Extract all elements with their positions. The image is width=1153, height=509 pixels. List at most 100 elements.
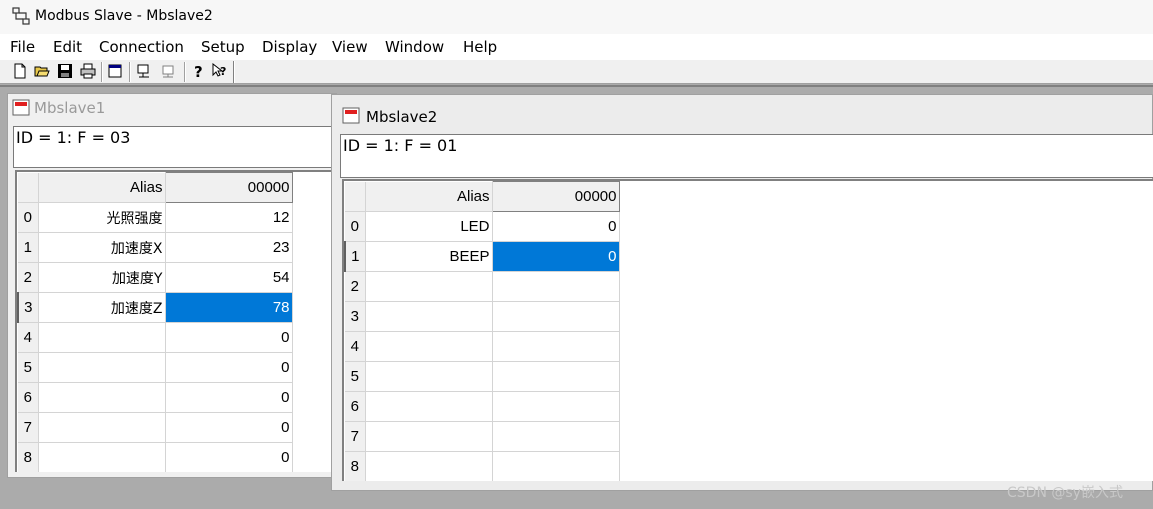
value-cell[interactable]: 0	[165, 442, 293, 472]
column-header-alias[interactable]: Alias	[38, 172, 166, 203]
value-cell[interactable]: 12	[165, 202, 293, 233]
alias-cell[interactable]: 光照强度	[38, 202, 166, 233]
value-cell[interactable]	[492, 301, 620, 332]
menu-help[interactable]: Help	[463, 38, 497, 56]
alias-cell[interactable]: 加速度Z	[38, 292, 166, 323]
menu-display[interactable]: Display	[262, 38, 317, 56]
alias-cell[interactable]	[38, 442, 166, 472]
column-header-address[interactable]: 00000	[164, 172, 293, 203]
row-header[interactable]: 4	[18, 322, 39, 353]
value-cell[interactable]: 0	[165, 412, 293, 443]
open-icon[interactable]	[34, 63, 50, 79]
alias-cell[interactable]	[38, 382, 166, 413]
row-header[interactable]: 6	[345, 391, 366, 422]
child-window-mbslave1[interactable]: Mbslave1 ID = 1: F = 03 Alias 00000 0 光照…	[7, 93, 338, 478]
value-cell[interactable]: 23	[165, 232, 293, 263]
row-header[interactable]: 0	[18, 202, 39, 233]
document-icon	[342, 107, 360, 124]
value-cell[interactable]	[492, 421, 620, 452]
mdi-border	[0, 85, 1153, 87]
coil-grid: Alias 00000 0 LED 0 1 BEEP 0 2 3 4 5 6 7…	[342, 179, 1153, 481]
value-cell[interactable]: 0	[165, 352, 293, 383]
value-cell-selected[interactable]: 78	[165, 292, 293, 323]
alias-cell[interactable]: BEEP	[365, 241, 493, 272]
context-help-icon[interactable]: ?	[212, 63, 228, 79]
title-bar: Modbus Slave - Mbslave2	[0, 0, 1153, 34]
alias-cell[interactable]	[365, 451, 493, 481]
menu-setup[interactable]: Setup	[201, 38, 245, 56]
column-header-address[interactable]: 00000	[491, 181, 620, 212]
row-header[interactable]: 8	[345, 451, 366, 481]
row-header[interactable]: 1	[344, 241, 366, 272]
child-title-bar[interactable]: Mbslave2	[332, 95, 1152, 131]
row-header[interactable]: 0	[345, 211, 366, 242]
alias-cell[interactable]	[365, 331, 493, 362]
alias-cell[interactable]	[365, 421, 493, 452]
value-cell[interactable]: 0	[492, 211, 620, 242]
disconnect-icon[interactable]	[160, 63, 176, 79]
menu-bar: File Edit Connection Setup Display View …	[0, 34, 1153, 60]
grid-corner	[18, 172, 39, 203]
menu-view[interactable]: View	[332, 38, 368, 56]
row-header[interactable]: 7	[18, 412, 39, 443]
save-icon[interactable]	[57, 63, 73, 79]
row-header[interactable]: 2	[18, 262, 39, 293]
register-grid: Alias 00000 0 光照强度 12 1 加速度X 23 2 加速度Y 5…	[15, 170, 338, 472]
value-cell[interactable]	[492, 451, 620, 481]
row-header[interactable]: 2	[345, 271, 366, 302]
alias-cell[interactable]	[365, 271, 493, 302]
child-title-bar[interactable]: Mbslave1	[8, 94, 336, 122]
alias-cell[interactable]: LED	[365, 211, 493, 242]
row-header[interactable]: 3	[345, 301, 366, 332]
value-cell-selected[interactable]: 0	[492, 241, 620, 272]
svg-text:?: ?	[220, 65, 226, 78]
new-icon[interactable]	[12, 63, 28, 79]
row-header[interactable]: 3	[17, 292, 39, 323]
value-cell[interactable]	[492, 361, 620, 392]
child-window-name: Mbslave1	[34, 99, 106, 117]
toolbar-separator	[101, 62, 103, 82]
row-header[interactable]: 8	[18, 442, 39, 472]
value-cell[interactable]: 54	[165, 262, 293, 293]
table-row: 2 加速度Y 54	[18, 262, 293, 293]
value-cell[interactable]	[492, 331, 620, 362]
menu-edit[interactable]: Edit	[53, 38, 82, 56]
alias-cell[interactable]	[38, 322, 166, 353]
column-header-alias[interactable]: Alias	[365, 181, 493, 212]
value-cell[interactable]: 0	[165, 322, 293, 353]
alias-cell[interactable]	[365, 361, 493, 392]
alias-cell[interactable]	[365, 301, 493, 332]
table-header-row: Alias 00000	[345, 181, 620, 212]
child-window-name: Mbslave2	[366, 108, 438, 126]
menu-file[interactable]: File	[10, 38, 35, 56]
svg-text:?: ?	[194, 63, 203, 79]
menu-connection[interactable]: Connection	[99, 38, 184, 56]
window-icon[interactable]	[107, 63, 123, 79]
value-cell[interactable]: 0	[165, 382, 293, 413]
row-header[interactable]: 6	[18, 382, 39, 413]
table-row: 0 LED 0	[345, 211, 620, 242]
alias-cell[interactable]: 加速度Y	[38, 262, 166, 293]
modbus-app-icon	[12, 7, 30, 25]
print-icon[interactable]	[80, 63, 96, 79]
slave-info: ID = 1: F = 01	[340, 134, 1153, 178]
alias-cell[interactable]	[365, 391, 493, 422]
alias-cell[interactable]	[38, 352, 166, 383]
alias-cell[interactable]: 加速度X	[38, 232, 166, 263]
child-window-mbslave2[interactable]: Mbslave2 ID = 1: F = 01 Alias 00000 0 LE…	[331, 94, 1153, 491]
row-header[interactable]: 7	[345, 421, 366, 452]
value-cell[interactable]	[492, 391, 620, 422]
table-row: 0 光照强度 12	[18, 202, 293, 233]
mdi-bottom	[0, 491, 1153, 509]
connect-icon[interactable]	[136, 63, 152, 79]
row-header[interactable]: 4	[345, 331, 366, 362]
row-header[interactable]: 5	[18, 352, 39, 383]
row-header[interactable]: 5	[345, 361, 366, 392]
help-icon[interactable]: ?	[190, 63, 206, 79]
window-title: Modbus Slave - Mbslave2	[35, 8, 213, 24]
menu-window[interactable]: Window	[385, 38, 444, 56]
slave-info: ID = 1: F = 03	[13, 126, 338, 168]
row-header[interactable]: 1	[18, 232, 39, 263]
alias-cell[interactable]	[38, 412, 166, 443]
value-cell[interactable]	[492, 271, 620, 302]
